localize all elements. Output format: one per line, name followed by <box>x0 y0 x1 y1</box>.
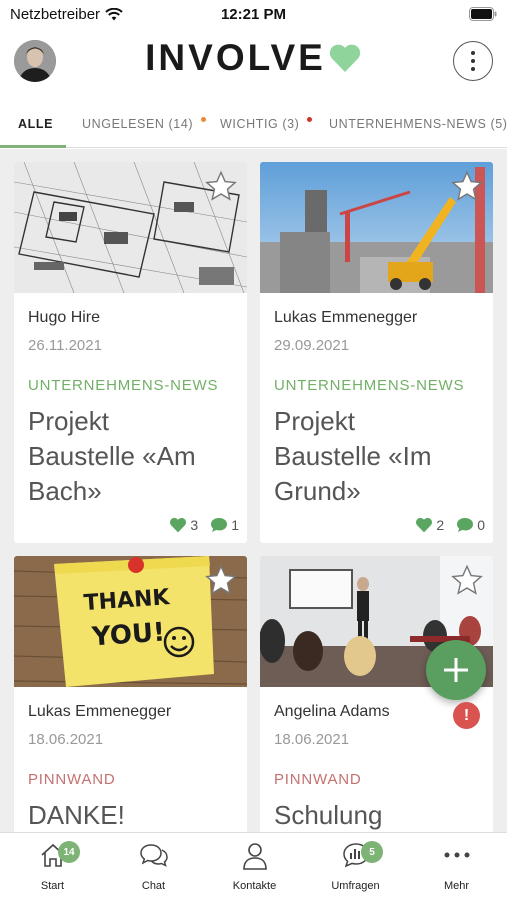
card-title-line: DANKE! <box>28 800 125 830</box>
tab-label: ALLE <box>18 116 54 131</box>
person-icon <box>242 843 267 870</box>
tab-label: UNGELESEN <box>82 116 165 131</box>
heart-logo-icon <box>329 44 360 72</box>
tab-unternehmens-news[interactable]: UNTERNEHMENS-NEWS (5) <box>329 100 507 147</box>
card-stats: 3 1 <box>161 517 239 533</box>
news-card[interactable]: Hugo Hire 26.11.2021 UNTERNEHMENS-NEWS P… <box>14 162 247 543</box>
tab-count: (14) <box>168 116 194 131</box>
card-category: UNTERNEHMENS-NEWS <box>274 377 465 394</box>
card-author: Angelina Adams <box>274 703 390 720</box>
nav-label: Chat <box>141 880 166 892</box>
card-category: PINNWAND <box>28 771 116 788</box>
card-stats: 2 0 <box>407 517 485 533</box>
card-author: Lukas Emmenegger <box>28 703 172 720</box>
nav-badge: 14 <box>58 841 80 863</box>
alert-badge[interactable]: ! <box>453 702 480 729</box>
more-dots-icon <box>444 852 469 858</box>
nav-label: Umfragen <box>331 880 380 892</box>
sticky-note-text: YOU! <box>90 617 166 652</box>
card-title: Projekt Baustelle «Im Grund» <box>274 404 484 509</box>
heart-icon <box>416 517 433 533</box>
heart-icon <box>170 517 187 533</box>
card-image-sticky-note: THANK YOU! <box>14 556 247 687</box>
card-author: Hugo Hire <box>28 309 101 326</box>
card-author: Lukas Emmenegger <box>274 309 418 326</box>
plus-icon <box>444 658 468 682</box>
comments[interactable]: 1 <box>210 517 239 533</box>
active-tab-indicator <box>0 145 66 148</box>
bottom-nav: 14 Start Chat Kontakte 5 Umfragen Mehr <box>0 832 507 900</box>
app-logo: INVOLVE <box>0 37 507 79</box>
nav-chat[interactable]: Chat <box>103 833 204 900</box>
logo-text: INVOLVE <box>145 37 326 78</box>
likes-count: 3 <box>190 517 199 533</box>
nav-label: Kontakte <box>232 880 277 892</box>
card-title: DANKE! <box>28 798 238 832</box>
nav-label: Start <box>40 880 65 892</box>
card-title-line: Schulung <box>274 800 383 830</box>
tab-alle[interactable]: ALLE <box>18 100 53 147</box>
tab-label: WICHTIG <box>220 116 279 131</box>
card-title: Schulung <box>274 798 484 832</box>
important-dot-icon <box>307 117 313 122</box>
nav-badge: 5 <box>361 841 383 863</box>
add-post-button[interactable] <box>426 640 486 700</box>
likes-count: 2 <box>436 517 445 533</box>
comment-icon <box>457 518 474 532</box>
favorite-star-icon[interactable] <box>450 170 484 203</box>
tab-wichtig[interactable]: WICHTIG (3) <box>220 100 313 147</box>
card-title-line: Bach» <box>28 476 102 506</box>
card-title-line: Baustelle «Am <box>28 441 196 471</box>
card-title-line: Baustelle «Im <box>274 441 432 471</box>
comments-count: 0 <box>477 517 485 533</box>
comments[interactable]: 0 <box>456 517 485 533</box>
nav-label: Mehr <box>443 880 470 892</box>
comment-icon <box>211 518 228 532</box>
comments-count: 1 <box>231 517 239 533</box>
more-options-button[interactable] <box>453 41 493 81</box>
news-card[interactable]: THANK YOU! Lukas Emmenegger 18.06.2021 P… <box>14 556 247 832</box>
card-image-construction <box>260 162 493 293</box>
card-date: 18.06.2021 <box>28 731 104 748</box>
news-feed: Hugo Hire 26.11.2021 UNTERNEHMENS-NEWS P… <box>0 149 507 832</box>
battery-icon <box>469 7 497 25</box>
nav-mehr[interactable]: Mehr <box>406 833 507 900</box>
chat-icon <box>139 844 168 867</box>
status-bar: Netzbetreiber 12:21 PM <box>0 0 507 30</box>
card-title-line: Projekt <box>274 406 355 436</box>
favorite-star-icon[interactable] <box>204 564 238 597</box>
clock: 12:21 PM <box>220 6 287 23</box>
likes[interactable]: 3 <box>169 517 198 533</box>
card-date: 18.06.2021 <box>274 731 350 748</box>
likes[interactable]: 2 <box>415 517 444 533</box>
card-category: PINNWAND <box>274 771 362 788</box>
unread-dot-icon <box>201 117 207 122</box>
tab-label: UNTERNEHMENS-NEWS <box>329 116 487 131</box>
card-title-line: Projekt <box>28 406 109 436</box>
nav-umfragen[interactable]: 5 Umfragen <box>305 833 406 900</box>
tab-count: (3) <box>282 116 300 131</box>
nav-start[interactable]: 14 Start <box>2 833 103 900</box>
nav-kontakte[interactable]: Kontakte <box>204 833 305 900</box>
tab-count: (5) <box>490 116 507 131</box>
card-date: 29.09.2021 <box>274 337 350 354</box>
card-image-blueprint <box>14 162 247 293</box>
favorite-star-icon[interactable] <box>204 170 238 203</box>
card-category: UNTERNEHMENS-NEWS <box>28 377 219 394</box>
filter-tabs: ALLE UNGELESEN (14) WICHTIG (3) UNTERNEH… <box>0 100 507 148</box>
tab-ungelesen[interactable]: UNGELESEN (14) <box>82 100 207 147</box>
news-card[interactable]: Lukas Emmenegger 29.09.2021 UNTERNEHMENS… <box>260 162 493 543</box>
card-title: Projekt Baustelle «Am Bach» <box>28 404 238 509</box>
card-title-line: Grund» <box>274 476 361 506</box>
favorite-star-icon[interactable] <box>450 564 484 597</box>
card-date: 26.11.2021 <box>28 337 102 354</box>
app-header: INVOLVE <box>0 30 507 92</box>
